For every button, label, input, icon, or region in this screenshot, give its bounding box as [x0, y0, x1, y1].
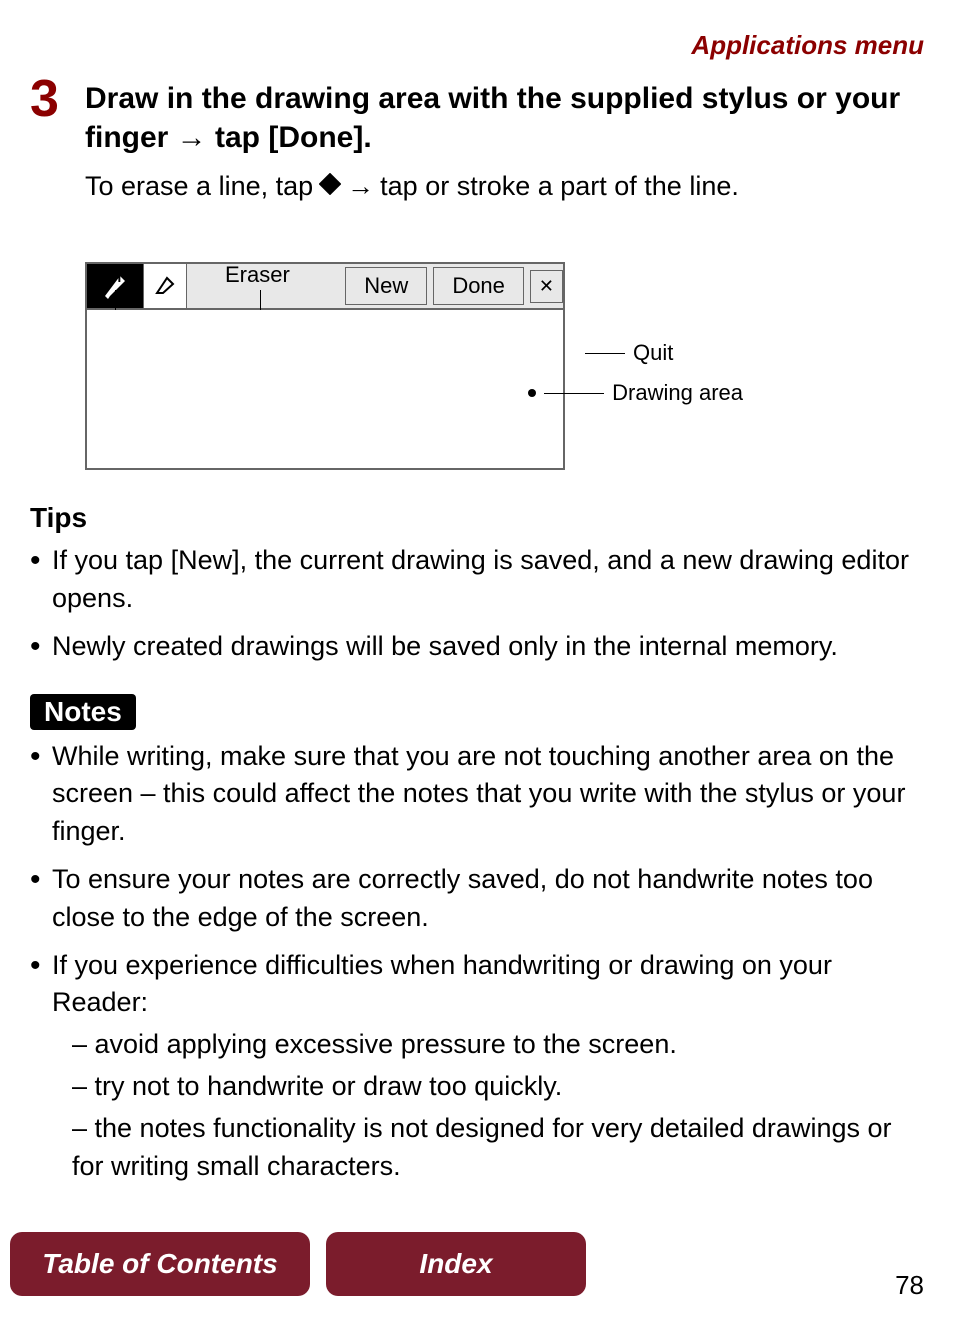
tip-1: If you tap [New], the current drawing is… [52, 542, 924, 618]
page-number: 78 [895, 1270, 924, 1301]
drawing-label-wrap: Drawing area [528, 380, 743, 406]
note-1: While writing, make sure that you are no… [52, 738, 924, 851]
tips-list: • If you tap [New], the current drawing … [30, 542, 924, 668]
step-container: 3 Draw in the drawing area with the supp… [30, 79, 924, 157]
quit-button[interactable]: ✕ [530, 270, 563, 303]
table-of-contents-button[interactable]: Table of Contents [10, 1232, 310, 1296]
page: Applications menu 3 Draw in the drawing … [0, 0, 954, 1319]
index-button[interactable]: Index [326, 1232, 586, 1296]
diamond-icon [319, 171, 341, 202]
list-item: • To ensure your notes are correctly sav… [30, 861, 924, 937]
erase-text: To erase a line, tap [85, 171, 313, 202]
note-3: If you experience difficulties when hand… [52, 950, 832, 1018]
sub-list: – avoid applying excessive pressure to t… [52, 1026, 924, 1185]
bottom-bar: Table of Contents Index 78 [0, 1219, 954, 1319]
quit-line [585, 353, 625, 354]
drawing-dot [528, 389, 536, 397]
quit-label-wrap: Quit [585, 340, 673, 366]
list-item: • While writing, make sure that you are … [30, 738, 924, 851]
list-item: • If you experience difficulties when ha… [30, 947, 924, 1190]
tip-2: Newly created drawings will be saved onl… [52, 628, 838, 666]
list-item: • Newly created drawings will be saved o… [30, 628, 924, 668]
toolbar: New Done ✕ [85, 262, 565, 310]
note-2: To ensure your notes are correctly saved… [52, 861, 924, 937]
eraser-label: Eraser [225, 262, 290, 288]
bullet-dot: • [30, 736, 52, 778]
list-item: – avoid applying excessive pressure to t… [52, 1026, 924, 1064]
header-title: Applications menu [30, 30, 924, 61]
list-item: • If you tap [New], the current drawing … [30, 542, 924, 618]
drawing-box: Drawing area [85, 310, 565, 470]
erase-end: tap or stroke a part of the line. [380, 171, 739, 202]
diagram-wrapper: Pen Eraser New Done ✕ Quit [85, 262, 665, 470]
pen-label: Pen [90, 262, 129, 288]
bullet-dot: • [30, 540, 52, 582]
eraser-tool-button[interactable] [143, 264, 187, 308]
list-item: – the notes functionality is not designe… [52, 1110, 924, 1186]
step-number: 3 [30, 73, 85, 125]
quit-label: Quit [633, 340, 673, 366]
erase-line: To erase a line, tap → tap or stroke a p… [85, 171, 924, 202]
notes-list: • While writing, make sure that you are … [30, 738, 924, 1190]
notes-heading: Notes [30, 694, 136, 730]
done-button[interactable]: Done [433, 267, 524, 305]
drawing-area-label: Drawing area [612, 380, 743, 406]
new-button[interactable]: New [345, 267, 427, 305]
note-3-wrapper: If you experience difficulties when hand… [52, 947, 924, 1190]
bullet-dot: • [30, 945, 52, 987]
list-item: – try not to handwrite or draw too quick… [52, 1068, 924, 1106]
bullet-dot: • [30, 626, 52, 668]
drawing-line [544, 393, 604, 394]
notes-section: Notes • While writing, make sure that yo… [30, 678, 924, 1190]
bullet-dot: • [30, 859, 52, 901]
tips-heading: Tips [30, 502, 924, 534]
tips-section: Tips • If you tap [New], the current dra… [30, 502, 924, 668]
erase-arrow: → [347, 171, 374, 202]
step-text: Draw in the drawing area with the suppli… [85, 79, 924, 157]
